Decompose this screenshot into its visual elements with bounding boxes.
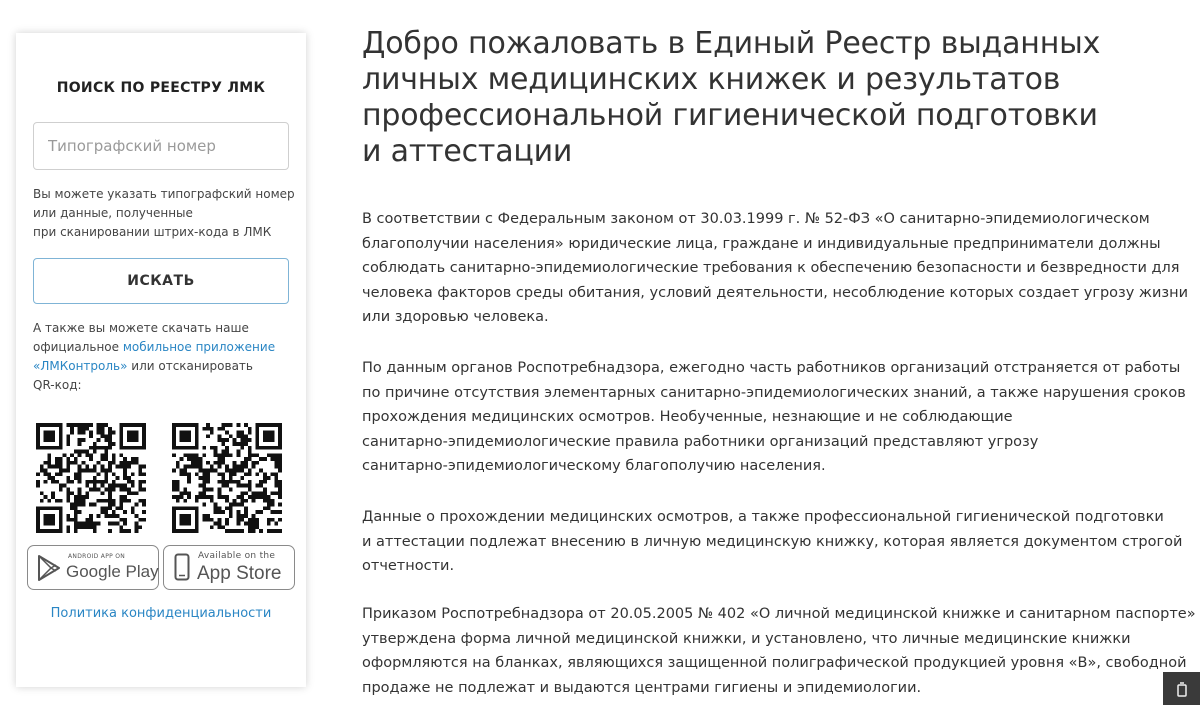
- download-line: «ЛМКонтроль» или отсканировать: [33, 357, 295, 376]
- paragraph-rospotrebnadzor: По данным органов Роспотребнадзора, ежег…: [362, 356, 1186, 479]
- paragraph-line: соблюдать санитарно-эпидемиологические т…: [362, 260, 1180, 276]
- phone-icon: [174, 553, 190, 581]
- paragraph-line: по причине отсутствия элементарных санит…: [362, 384, 1186, 401]
- sidebar-title: ПОИСК ПО РЕЕСТРУ ЛМК: [56, 80, 266, 96]
- scroll-top-button[interactable]: [1163, 672, 1200, 705]
- page-title: Добро пожаловать в Единый Реестр выданны…: [362, 26, 1122, 170]
- paragraph-line: благополучии населения» юридические лица…: [362, 235, 1161, 252]
- paragraph-federal-law: В соответствии с Федеральным законом от …: [362, 207, 1188, 330]
- paragraph-line: санитарно-эпидемиологические правила раб…: [362, 433, 1039, 450]
- paragraph-line: Приказом Роспотребнадзора от 20.05.2005 …: [362, 606, 1196, 622]
- typographic-number-input[interactable]: [33, 122, 289, 170]
- search-hint: Вы можете указать типографский номер или…: [33, 185, 295, 242]
- main-content: Добро пожаловать в Единый Реестр выданны…: [362, 26, 1196, 696]
- download-text-part: или отсканировать: [127, 359, 253, 373]
- download-line: официальное мобильное приложение: [33, 338, 295, 357]
- google-badge-text: Google Play: [66, 562, 159, 581]
- paragraph-line: отчетности.: [362, 558, 455, 574]
- paragraph-line: оформляются на бланках, являющихся защищ…: [362, 655, 1187, 671]
- search-sidebar: ПОИСК ПО РЕЕСТРУ ЛМК Вы можете указать т…: [16, 33, 306, 687]
- paragraph-line: продаже не подлежат и выдаются центрами …: [362, 679, 922, 696]
- hint-line: при сканировании штрих-кода в ЛМК: [33, 225, 272, 239]
- title-line: Добро пожаловать в Единый Реестр выданны…: [362, 26, 1101, 61]
- hint-line: Вы можете указать типографский номер: [33, 187, 295, 201]
- download-text-part: официальное: [33, 340, 123, 354]
- download-line: QR-код:: [33, 378, 82, 392]
- paragraph-line: прохождения медицинских осмотров. Необуч…: [362, 409, 1013, 425]
- lmkontrol-app-link[interactable]: «ЛМКонтроль»: [33, 359, 127, 373]
- title-line: профессиональной гигиенической подготовк…: [362, 98, 1098, 133]
- paragraph-line: человека факторов среды обитания, услови…: [362, 284, 1189, 301]
- paragraph-order-402: Приказом Роспотребнадзора от 20.05.2005 …: [362, 602, 1196, 700]
- google-badge-small-text: ANDROID APP ON: [68, 553, 126, 560]
- paragraph-line: Данные о прохождении медицинских осмотро…: [362, 509, 1164, 525]
- privacy-policy-link[interactable]: Политика конфиденциальности: [16, 606, 306, 621]
- apple-badge-small-text: Available on the: [198, 551, 276, 561]
- qr-code-icon[interactable]: [36, 423, 146, 533]
- paragraph-line: В соответствии с Федеральным законом от …: [362, 211, 1150, 227]
- paragraph-line: или здоровью человека.: [362, 309, 549, 325]
- paragraph-medical-checkups: Данные о прохождении медицинских осмотро…: [362, 505, 1182, 579]
- download-line: А также вы можете скачать наше: [33, 321, 249, 335]
- paragraph-line: санитарно-эпидемиологическому благополуч…: [362, 458, 826, 474]
- app-store-badge[interactable]: Available on the App Store: [163, 545, 295, 590]
- hint-line: или данные, полученные: [33, 206, 193, 220]
- title-line: личных медицинских книжек и результатов: [362, 62, 1061, 97]
- search-button[interactable]: ИСКАТЬ: [33, 258, 289, 304]
- google-play-badge[interactable]: ANDROID APP ON Google Play: [27, 545, 159, 590]
- apple-badge-text: App Store: [197, 563, 282, 584]
- google-play-icon: [38, 555, 60, 581]
- title-line: и аттестации: [362, 134, 573, 169]
- paragraph-line: По данным органов Роспотребнадзора, ежег…: [362, 360, 1181, 376]
- scroll-top-icon: [1176, 681, 1187, 697]
- mobile-app-link[interactable]: мобильное приложение: [123, 340, 275, 354]
- qr-code-icon[interactable]: [172, 423, 282, 533]
- paragraph-line: и аттестации подлежат внесению в личную …: [362, 533, 1183, 550]
- download-app-text: А также вы можете скачать наше официальн…: [33, 319, 295, 395]
- paragraph-line: утверждена форма личной медицинской книж…: [362, 630, 1131, 647]
